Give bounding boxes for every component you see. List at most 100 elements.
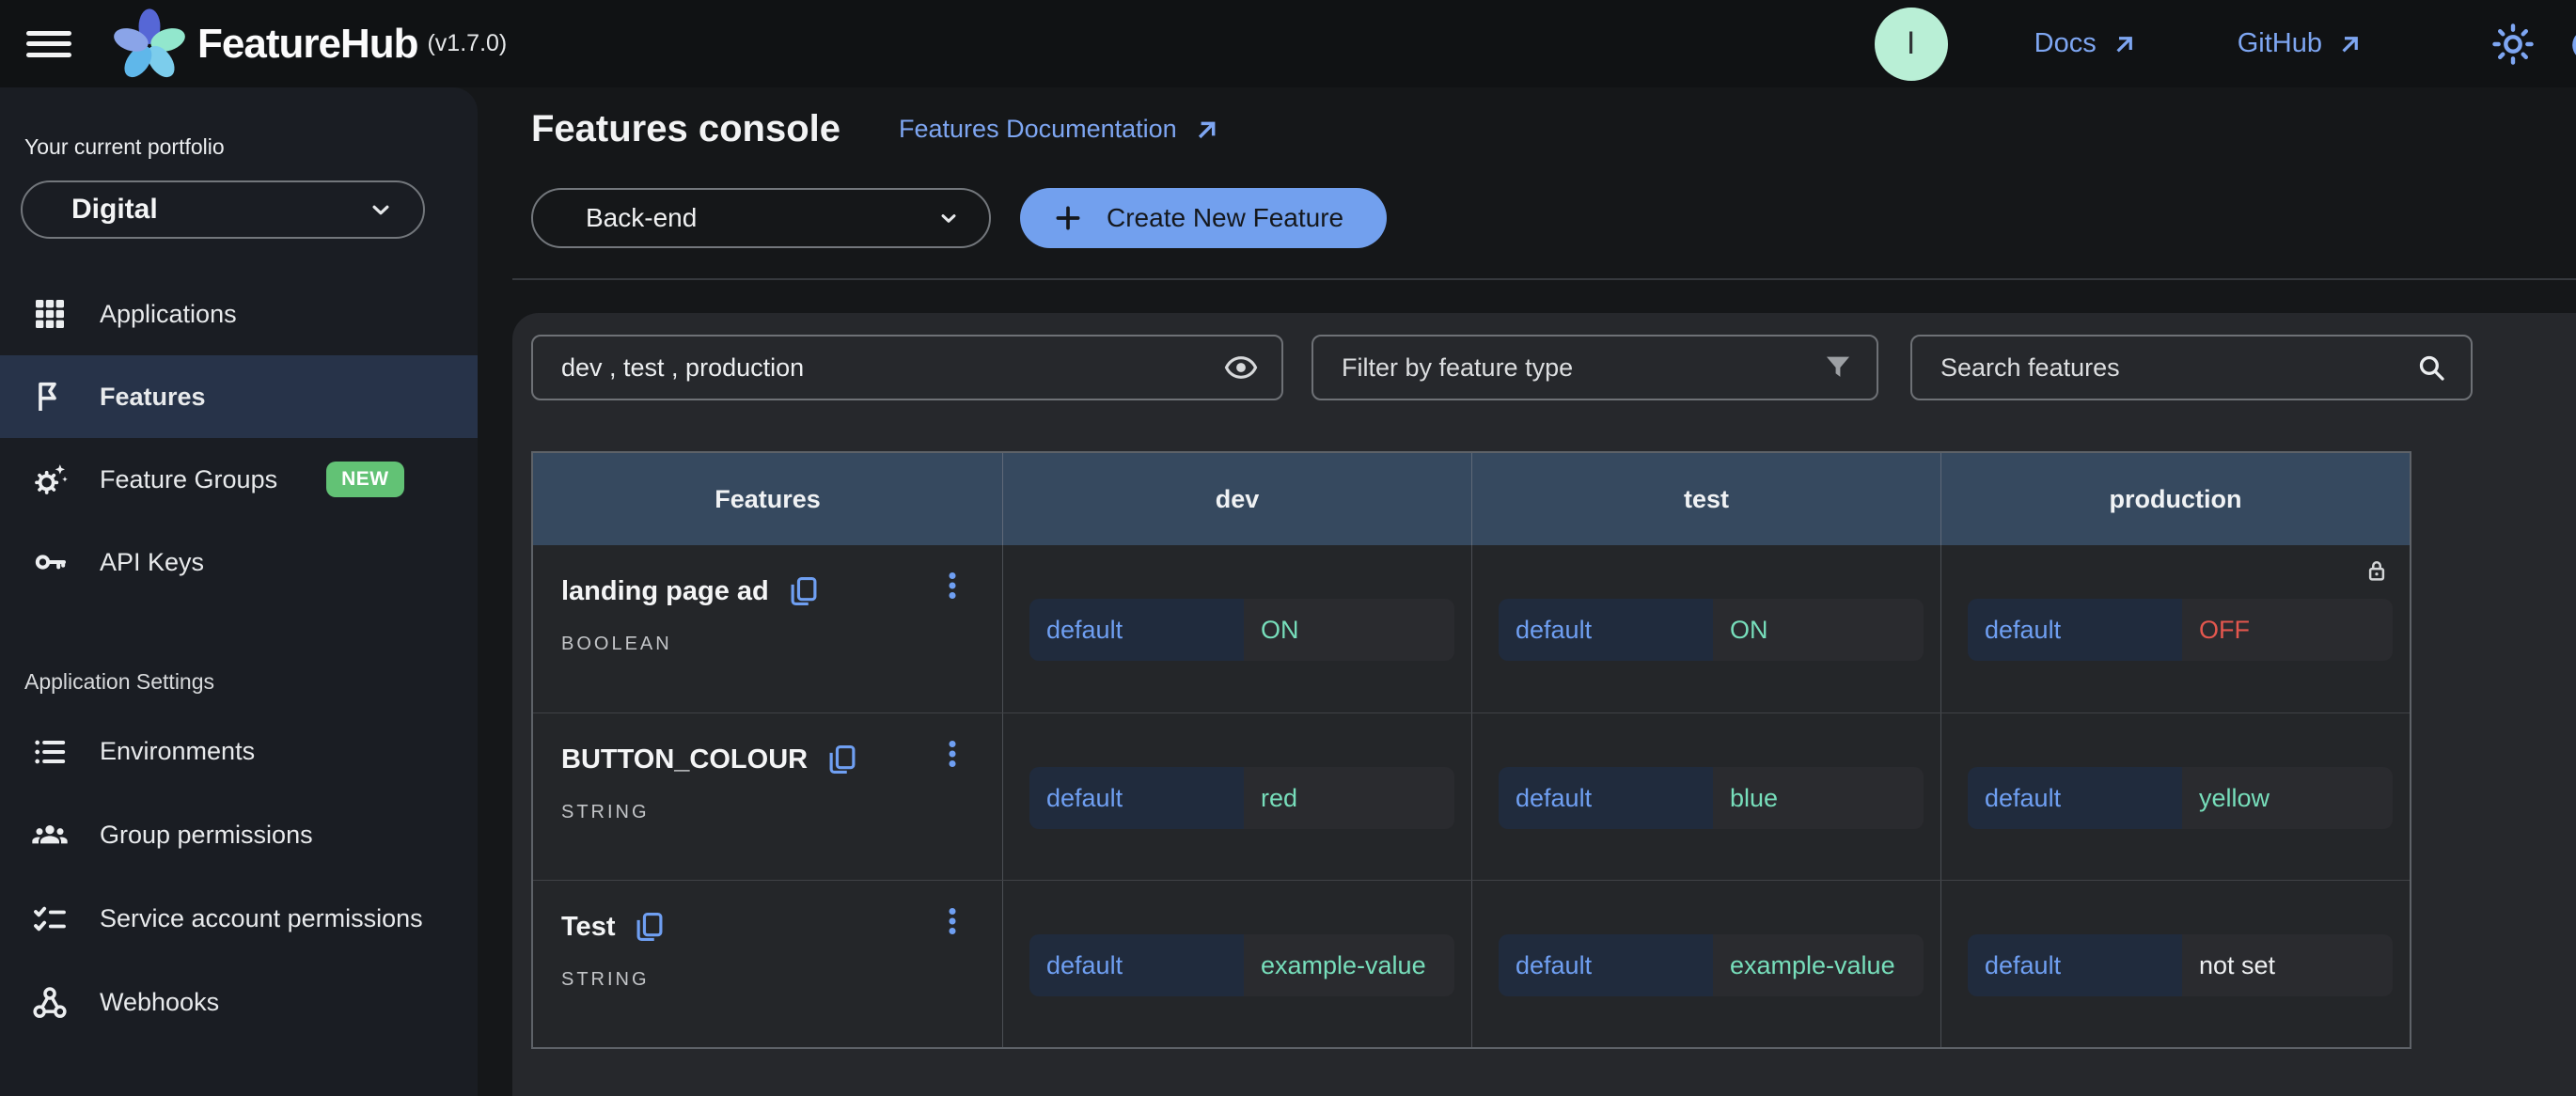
kebab-menu-icon[interactable] (936, 738, 968, 770)
section-divider (512, 278, 2576, 280)
table-row: Test STRING default exam (533, 880, 2410, 1047)
feature-cell: BUTTON_COLOUR STRING (533, 713, 1002, 880)
default-strategy-chip[interactable]: default (1968, 599, 2182, 661)
feature-value[interactable]: example-value (1713, 934, 1924, 996)
page-title: Features console (531, 108, 840, 150)
feature-type: STRING (561, 969, 1002, 991)
sidebar-item-applications[interactable]: Applications (0, 273, 478, 355)
feature-value[interactable]: blue (1713, 767, 1924, 829)
kebab-menu-icon[interactable] (936, 905, 968, 937)
group-permissions-people-icon (30, 816, 70, 855)
sidebar: Your current portfolio Digital Applicati… (0, 87, 478, 1096)
kebab-menu-icon[interactable] (936, 570, 968, 602)
env-cell-production: default yellow (1940, 713, 2410, 880)
default-strategy-chip[interactable]: default (1499, 599, 1713, 661)
search-features-field (1910, 335, 2473, 400)
feature-type: BOOLEAN (561, 634, 1002, 655)
sidebar-item-group-permissions[interactable]: Group permissions (0, 793, 478, 877)
avatar-initial: I (1907, 25, 1915, 62)
github-link[interactable]: GitHub (2238, 28, 2364, 59)
env-cell-dev: default ON (1002, 545, 1471, 712)
table-row: landing page ad BOOLEAN default (533, 545, 2410, 712)
table-row: BUTTON_COLOUR STRING default (533, 712, 2410, 880)
feature-value[interactable]: ON (1713, 599, 1924, 661)
application-settings-label: Application Settings (24, 669, 478, 695)
feature-name: Test (561, 912, 615, 943)
portfolio-select[interactable]: Digital (21, 180, 425, 239)
plus-icon (1052, 202, 1084, 234)
feature-value[interactable]: not set (2182, 934, 2393, 996)
column-header-features: Features (533, 453, 1002, 545)
portfolio-value: Digital (71, 194, 158, 226)
sidebar-item-webhooks[interactable]: Webhooks (0, 961, 478, 1044)
search-icon[interactable] (2414, 351, 2448, 384)
copy-icon[interactable] (825, 742, 860, 777)
webhooks-icon (30, 983, 70, 1023)
service-account-checklist-icon (30, 900, 70, 939)
feature-cell: Test STRING (533, 881, 1002, 1047)
external-link-icon (2336, 30, 2364, 58)
feature-name: BUTTON_COLOUR (561, 744, 808, 775)
sidebar-nav: Applications Features Feature Gro (0, 273, 478, 603)
column-header-dev: dev (1002, 453, 1471, 545)
feature-value[interactable]: ON (1244, 599, 1454, 661)
filter-funnel-icon[interactable] (1822, 352, 1854, 384)
env-cell-production: default OFF (1940, 545, 2410, 712)
sidebar-item-api-keys[interactable]: API Keys (0, 521, 478, 603)
hamburger-menu-icon[interactable] (26, 27, 71, 61)
user-avatar[interactable]: I (1875, 8, 1948, 81)
main-content: Features console Features Documentation … (478, 87, 2576, 1096)
feature-cell: landing page ad BOOLEAN (533, 545, 1002, 712)
feature-type-filter-input[interactable] (1323, 353, 1822, 383)
env-cell-dev: default red (1002, 713, 1471, 880)
create-new-feature-button[interactable]: Create New Feature (1020, 188, 1387, 248)
feature-value[interactable]: example-value (1244, 934, 1454, 996)
environments-filter-input[interactable] (542, 353, 1223, 383)
default-strategy-chip[interactable]: default (1029, 934, 1244, 996)
chevron-down-icon (367, 196, 395, 224)
application-select[interactable]: Back-end (531, 188, 991, 248)
environments-filter-field (531, 335, 1283, 400)
new-badge: NEW (326, 462, 404, 497)
eye-icon[interactable] (1223, 350, 1259, 385)
default-strategy-chip[interactable]: default (1499, 934, 1713, 996)
featurehub-logo-icon (109, 4, 190, 85)
feature-type-filter-field (1312, 335, 1878, 400)
feature-value[interactable]: red (1244, 767, 1454, 829)
env-cell-production: default not set (1940, 881, 2410, 1047)
sidebar-item-environments[interactable]: Environments (0, 710, 478, 793)
partially-visible-icon[interactable] (2564, 24, 2576, 73)
api-keys-key-icon (30, 542, 70, 582)
sidebar-settings-nav: Environments Group permissions (0, 710, 478, 1044)
feature-groups-gear-icon (30, 460, 70, 499)
sidebar-item-service-account-permissions[interactable]: Service account permissions (0, 877, 478, 961)
default-strategy-chip[interactable]: default (1029, 599, 1244, 661)
default-strategy-chip[interactable]: default (1499, 767, 1713, 829)
lock-icon (2363, 556, 2391, 585)
features-documentation-link[interactable]: Features Documentation (899, 115, 1222, 145)
column-header-production: production (1940, 453, 2410, 545)
portfolio-label: Your current portfolio (24, 134, 478, 160)
column-header-test: test (1471, 453, 1940, 545)
docs-link[interactable]: Docs (2034, 28, 2139, 59)
application-select-value: Back-end (586, 203, 697, 233)
sidebar-item-features[interactable]: Features (0, 355, 478, 438)
feature-name: landing page ad (561, 576, 769, 607)
feature-value[interactable]: yellow (2182, 767, 2393, 829)
table-header-row: Features dev test production (533, 453, 2410, 545)
app-title: FeatureHub (197, 21, 417, 68)
external-link-icon (1192, 115, 1222, 145)
default-strategy-chip[interactable]: default (1029, 767, 1244, 829)
default-strategy-chip[interactable]: default (1968, 934, 2182, 996)
default-strategy-chip[interactable]: default (1968, 767, 2182, 829)
top-bar: FeatureHub (v1.7.0) I Docs GitHub (0, 0, 2576, 87)
feature-value[interactable]: OFF (2182, 599, 2393, 661)
sidebar-item-feature-groups[interactable]: Feature Groups NEW (0, 438, 478, 521)
light-mode-toggle[interactable] (2491, 23, 2535, 66)
feature-type: STRING (561, 802, 1002, 823)
features-table: Features dev test production landing pag… (531, 451, 2411, 1049)
copy-icon[interactable] (786, 573, 822, 609)
copy-icon[interactable] (632, 909, 668, 945)
search-features-input[interactable] (1922, 353, 2414, 383)
env-cell-test: default example-value (1471, 881, 1940, 1047)
